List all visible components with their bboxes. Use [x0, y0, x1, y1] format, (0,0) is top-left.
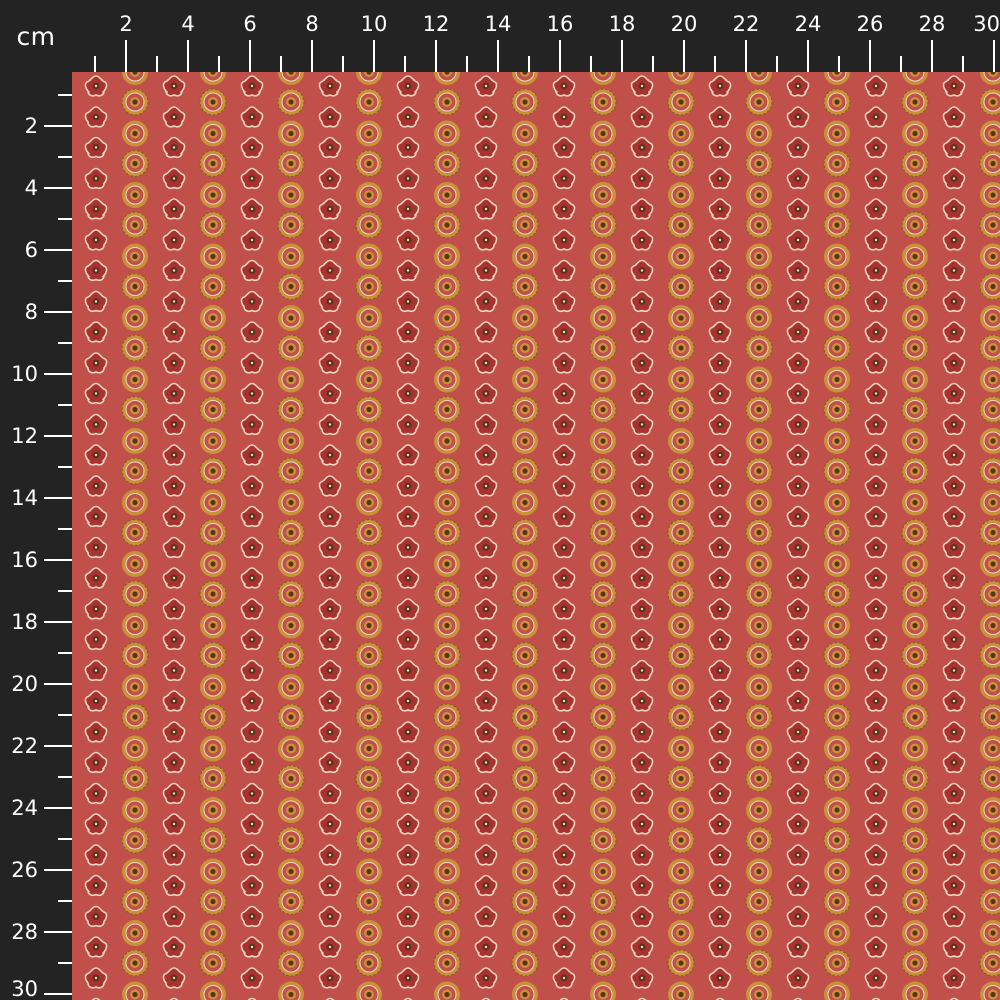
left-ruler-major-tick: [44, 993, 72, 995]
left-ruler-major-tick: [44, 187, 72, 189]
left-ruler-major-tick: [44, 311, 72, 313]
top-ruler-major-tick: [373, 40, 375, 72]
left-ruler-major-tick: [44, 745, 72, 747]
left-ruler-minor-tick: [58, 838, 72, 840]
top-ruler-major-tick: [931, 40, 933, 72]
ruler-corner: cm: [0, 0, 72, 72]
top-ruler-minor-tick: [218, 56, 220, 72]
left-ruler-minor-tick: [58, 528, 72, 530]
top-ruler-label: 8: [305, 12, 319, 36]
fabric-pattern: [72, 72, 1000, 1000]
top-ruler-major-tick: [745, 40, 747, 72]
top-ruler-minor-tick: [156, 56, 158, 72]
top-ruler-label: 4: [181, 12, 195, 36]
top-ruler-label: 6: [243, 12, 257, 36]
left-ruler-label: 12: [11, 423, 38, 448]
top-ruler-label: 14: [484, 12, 512, 36]
left-ruler: 2 4 6 8 10 12 14 16 18 20 22 24 26 28 30: [0, 72, 72, 1000]
top-ruler-major-tick: [311, 40, 313, 72]
left-ruler-major-tick: [44, 807, 72, 809]
left-ruler-label: 20: [11, 671, 38, 696]
left-ruler-minor-tick: [58, 466, 72, 468]
top-ruler-minor-tick: [900, 56, 902, 72]
left-ruler-major-tick: [44, 435, 72, 437]
top-ruler-label: 20: [670, 12, 698, 36]
top-ruler-minor-tick: [342, 56, 344, 72]
left-ruler-major-tick: [44, 931, 72, 933]
top-ruler-major-tick: [993, 40, 995, 72]
top-ruler-major-tick: [683, 40, 685, 72]
left-ruler-major-tick: [44, 125, 72, 127]
left-ruler-minor-tick: [58, 94, 72, 96]
left-ruler-minor-tick: [58, 900, 72, 902]
left-ruler-label: 6: [24, 237, 38, 262]
left-ruler-major-tick: [44, 621, 72, 623]
left-ruler-label: 24: [11, 795, 38, 820]
top-ruler-major-tick: [621, 40, 623, 72]
top-ruler-minor-tick: [776, 56, 778, 72]
top-ruler-minor-tick: [962, 56, 964, 72]
top-ruler-major-tick: [187, 40, 189, 72]
top-ruler-major-tick: [869, 40, 871, 72]
left-ruler-label: 14: [11, 485, 38, 510]
top-ruler-minor-tick: [94, 56, 96, 72]
fabric-swatch-viewer: 2 4 6 8 10 12 14 16 18 20 22 24 26 28 30 2 4 6 8 10 12 14 16 1…: [0, 0, 1000, 1000]
left-ruler-label: 26: [11, 857, 38, 882]
top-ruler-label: 24: [794, 12, 822, 36]
top-ruler-label: 12: [422, 12, 450, 36]
left-ruler-minor-tick: [58, 590, 72, 592]
top-ruler-label: 10: [360, 12, 388, 36]
left-ruler-minor-tick: [58, 776, 72, 778]
top-ruler-minor-tick: [590, 56, 592, 72]
top-ruler-major-tick: [435, 40, 437, 72]
top-ruler-label: 26: [856, 12, 884, 36]
top-ruler-major-tick: [497, 40, 499, 72]
left-ruler-major-tick: [44, 249, 72, 251]
top-ruler-label: 18: [608, 12, 636, 36]
left-ruler-minor-tick: [58, 404, 72, 406]
left-ruler-minor-tick: [58, 342, 72, 344]
left-ruler-label: 8: [24, 299, 38, 324]
left-ruler-major-tick: [44, 373, 72, 375]
left-ruler-major-tick: [44, 869, 72, 871]
top-ruler-minor-tick: [528, 56, 530, 72]
top-ruler-major-tick: [807, 40, 809, 72]
top-ruler-label: 22: [732, 12, 760, 36]
left-ruler-label: 30: [11, 977, 38, 1000]
left-ruler-label: 22: [11, 733, 38, 758]
top-ruler-minor-tick: [714, 56, 716, 72]
left-ruler-label: 28: [11, 919, 38, 944]
left-ruler-minor-tick: [58, 218, 72, 220]
top-ruler-minor-tick: [280, 56, 282, 72]
left-ruler-label: 16: [11, 547, 38, 572]
unit-label: cm: [16, 21, 56, 51]
left-ruler-label: 2: [24, 113, 38, 138]
top-ruler-major-tick: [559, 40, 561, 72]
left-ruler-minor-tick: [58, 652, 72, 654]
left-ruler-minor-tick: [58, 280, 72, 282]
top-ruler-label: 16: [546, 12, 574, 36]
left-ruler-minor-tick: [58, 714, 72, 716]
left-ruler-major-tick: [44, 683, 72, 685]
top-ruler: 2 4 6 8 10 12 14 16 18 20 22 24 26 28 30: [72, 0, 1000, 72]
left-ruler-major-tick: [44, 559, 72, 561]
top-ruler-minor-tick: [404, 56, 406, 72]
top-ruler-label: 30: [973, 12, 1000, 36]
top-ruler-major-tick: [249, 40, 251, 72]
left-ruler-minor-tick: [58, 962, 72, 964]
top-ruler-minor-tick: [652, 56, 654, 72]
top-ruler-minor-tick: [838, 56, 840, 72]
left-ruler-label: 18: [11, 609, 38, 634]
fabric-motif-stripes: [72, 72, 1000, 1000]
left-ruler-label: 10: [11, 361, 38, 386]
left-ruler-minor-tick: [58, 156, 72, 158]
top-ruler-label: 2: [119, 12, 133, 36]
fabric-pattern-svg: [72, 72, 1000, 1000]
top-ruler-minor-tick: [466, 56, 468, 72]
top-ruler-major-tick: [125, 40, 127, 72]
left-ruler-major-tick: [44, 497, 72, 499]
left-ruler-label: 4: [24, 175, 38, 200]
top-ruler-label: 28: [918, 12, 946, 36]
